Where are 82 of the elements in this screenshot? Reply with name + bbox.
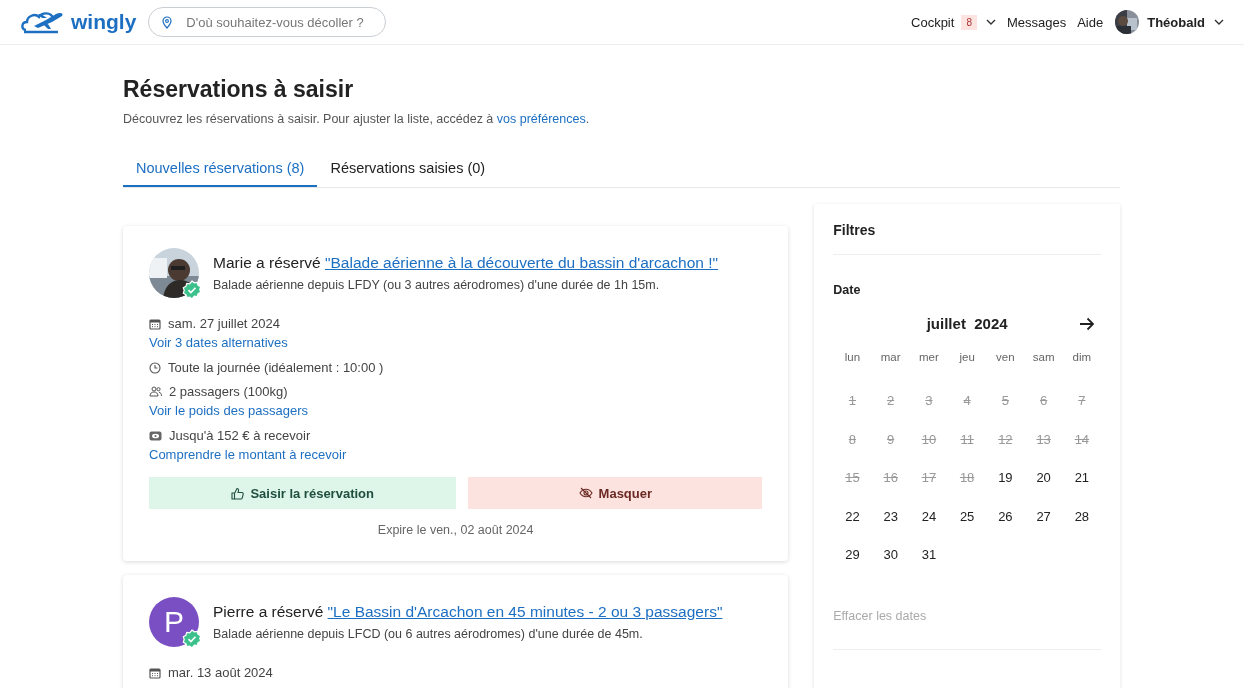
weekday-label: mer	[918, 350, 940, 365]
weekday-label: jeu	[958, 350, 976, 365]
chevron-down-icon[interactable]	[985, 19, 996, 25]
calendar-day: 15	[833, 459, 872, 498]
calendar-day[interactable]: 19	[986, 459, 1025, 498]
avatar-initial: P	[149, 597, 199, 647]
calendar-day: 13	[1024, 420, 1063, 459]
thumbs-up-icon	[231, 486, 245, 500]
calendar-day: 4	[948, 382, 987, 421]
chevron-down-icon[interactable]	[1214, 19, 1224, 25]
calendar-icon	[149, 666, 161, 679]
calendar-day: 11	[948, 420, 987, 459]
flight-description: Balade aérienne depuis LFCD (ou 6 autres aérodromes) d'une durée de 45m.	[213, 627, 644, 641]
logo-text[interactable]: wingly	[71, 10, 137, 34]
weekday-label: mar	[879, 350, 902, 365]
search-field[interactable]: D'où souhaitez-vous décoller ?	[148, 7, 387, 37]
calendar-day[interactable]: 28	[1062, 497, 1101, 536]
calendar-day[interactable]: 26	[986, 497, 1025, 536]
arrow-right-icon[interactable]	[1079, 316, 1095, 331]
tab[interactable]: Réservations saisies (0)	[317, 148, 499, 187]
intro-text: Découvrez les réservations à saisir. Pour ajuster la liste, accédez à vos préférences.	[123, 112, 591, 126]
calendar-day: 18	[948, 459, 987, 498]
nav-link[interactable]: Aide	[1077, 14, 1104, 30]
people-icon	[149, 386, 162, 397]
detail-link[interactable]: Voir le poids des passagers	[149, 403, 308, 418]
month-title: juillet 2024	[926, 315, 1008, 332]
flight-description: Balade aérienne depuis LFDY (ou 3 autres aérodromes) d'une durée de 1h 15m.	[213, 278, 661, 292]
weekday-label: lun	[843, 350, 862, 365]
calendar-day: 5	[986, 382, 1025, 421]
booking-title: Marie a réservé "Balade aérienne à la découverte du bassin d'arcachon !"	[213, 254, 719, 272]
calendar-day[interactable]: 31	[909, 536, 948, 575]
weekday-label: sam	[1031, 350, 1056, 365]
clock-icon	[149, 361, 161, 374]
calendar-day: 17	[909, 459, 948, 498]
calendar-icon	[149, 317, 161, 330]
count-badge: 8	[961, 14, 977, 30]
accept-button[interactable]: Saisir la réservation	[149, 477, 457, 509]
calendar-day[interactable]: 30	[871, 536, 910, 575]
page-title: Réservations à saisir	[123, 76, 355, 103]
booking-title: Pierre a réservé "Le Bassin d'Arcachon en 45 minutes - 2 ou 3 passagers"	[213, 603, 723, 621]
detail-text: Jusqu'à 152 € à recevoir	[169, 428, 311, 443]
weekday-label: ven	[995, 350, 1016, 365]
calendar-day: 7	[1062, 382, 1101, 421]
calendar-day: 3	[909, 382, 948, 421]
calendar-day[interactable]: 21	[1062, 459, 1101, 498]
date-label: Date	[833, 283, 862, 297]
detail-text: mar. 13 août 2024	[168, 665, 273, 680]
expiry-text: Expire le ven., 02 août 2024	[376, 523, 535, 537]
detail-link[interactable]: Comprendre le montant à recevoir	[149, 447, 347, 462]
calendar-day: 14	[1062, 420, 1101, 459]
banknote-icon	[149, 430, 162, 441]
calendar-day[interactable]: 29	[833, 536, 872, 575]
flight-link[interactable]: "Balade aérienne à la découverte du bassin d'arcachon !"	[325, 254, 719, 271]
detail-text: 2 passagers (100kg)	[169, 384, 288, 399]
calendar-day: 9	[871, 420, 910, 459]
calendar-day: 2	[871, 382, 910, 421]
location-pin-icon	[162, 16, 173, 29]
detail-text: Toute la journée (idéalement : 10:00 )	[168, 360, 384, 375]
hide-button[interactable]: Masquer	[468, 477, 763, 509]
calendar-day: 6	[1024, 382, 1063, 421]
calendar-day[interactable]: 25	[948, 497, 987, 536]
calendar-day[interactable]: 27	[1024, 497, 1063, 536]
tab[interactable]: Nouvelles réservations (8)	[123, 148, 318, 187]
eye-slash-icon	[578, 487, 593, 499]
filters-title: Filtres	[833, 222, 1101, 255]
calendar-day[interactable]: 24	[909, 497, 948, 536]
detail-link[interactable]: Voir 3 dates alternatives	[149, 335, 288, 350]
detail-text: sam. 27 juillet 2024	[168, 316, 280, 331]
calendar-day: 16	[871, 459, 910, 498]
weekday-label: dim	[1071, 350, 1093, 365]
user-name[interactable]: Théobald	[1147, 14, 1205, 30]
calendar-day[interactable]: 20	[1024, 459, 1063, 498]
calendar-day: 1	[833, 382, 872, 421]
calendar-day: 10	[909, 420, 948, 459]
calendar-day[interactable]: 23	[871, 497, 910, 536]
nav-link[interactable]: Cockpit	[911, 14, 955, 30]
preferences-link[interactable]: vos préférences	[496, 112, 586, 126]
calendar-day: 8	[833, 420, 872, 459]
calendar-day[interactable]: 22	[833, 497, 872, 536]
nav-link[interactable]: Messages	[1006, 14, 1067, 30]
calendar-day: 12	[986, 420, 1025, 459]
flight-link[interactable]: "Le Bassin d'Arcachon en 45 minutes - 2 ou 3 passagers"	[327, 603, 723, 620]
